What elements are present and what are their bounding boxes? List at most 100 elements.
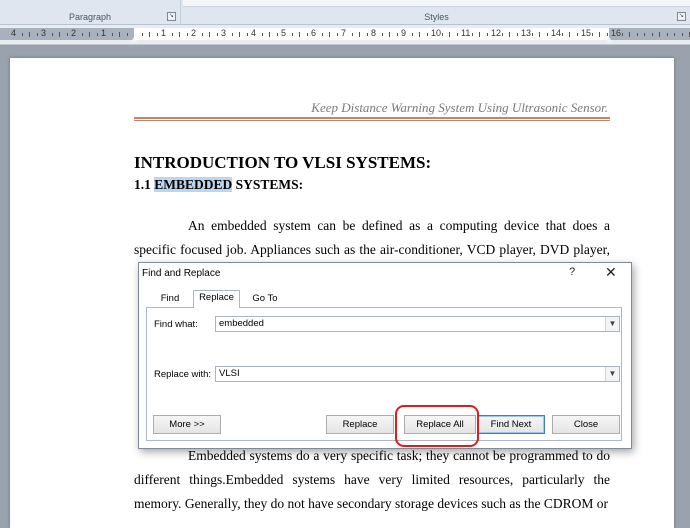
find-next-button[interactable]: Find Next (477, 415, 545, 434)
ruler-tick (149, 32, 150, 37)
ruler-label: 15 (581, 28, 592, 38)
ruler-tick (299, 32, 300, 37)
ruler-label: 11 (461, 28, 471, 38)
ruler-tick (217, 33, 218, 36)
ruler-tick (112, 33, 113, 36)
find-what-value: embedded (219, 318, 264, 329)
ruler-tick (629, 32, 630, 37)
replace-with-input[interactable]: VLSI ▼ (215, 366, 620, 382)
horizontal-ruler[interactable]: 4 3 2 1 1 2 3 4 5 6 7 8 9 10 11 12 13 14 15 16 (0, 25, 690, 45)
ruler-label: 7 (341, 28, 347, 38)
tab-replace[interactable]: Replace (193, 290, 240, 308)
ruler-tick (532, 33, 533, 36)
styles-group-label: Styles (424, 12, 449, 22)
ruler-tick (667, 33, 668, 36)
ruler-tick (592, 33, 593, 36)
ruler-tick (599, 32, 600, 37)
paragraph-dialog-launcher-icon[interactable]: ↘ (167, 12, 176, 21)
ruler-tick (262, 33, 263, 36)
page-header: Keep Distance Warning System Using Ultra… (311, 100, 608, 115)
ruler-tick (547, 33, 548, 36)
annotation-ring (395, 405, 479, 447)
ruler-label: 12 (491, 28, 502, 38)
ruler-tick (22, 33, 23, 36)
ruler-tick (269, 32, 270, 37)
chevron-down-icon[interactable]: ▼ (605, 367, 619, 381)
ruler-tick (329, 32, 330, 37)
ruler-tick (209, 32, 210, 37)
ruler-tick (119, 32, 120, 37)
ruler-tick (127, 33, 128, 36)
ruler-label: 10 (431, 28, 442, 38)
ruler-tick (449, 32, 450, 37)
ruler-tick (652, 33, 653, 36)
ruler-tick (277, 33, 278, 36)
ruler-tick (442, 33, 443, 36)
ruler-tick (479, 32, 480, 37)
header-rule-thin (134, 120, 610, 121)
ruler-tick (457, 33, 458, 36)
find-what-input[interactable]: embedded ▼ (215, 316, 620, 332)
left-indent-marker-icon[interactable] (130, 37, 138, 43)
ruler-tick (509, 32, 510, 37)
ruler-tick (172, 33, 173, 36)
styles-group: Styles ↘ (183, 0, 690, 24)
tab-go-to[interactable]: Go To (245, 292, 285, 306)
ruler-tick (307, 33, 308, 36)
ruler-tick (82, 33, 83, 36)
ruler-tick (367, 33, 368, 36)
selected-search-match: EMBEDDED (154, 177, 233, 192)
heading-2: 1.1 EMBEDDED SYSTEMS: (134, 177, 303, 193)
ruler-tick (239, 32, 240, 37)
ruler-tick (674, 33, 675, 36)
tab-find[interactable]: Find (153, 292, 187, 306)
ruler-tick (187, 33, 188, 36)
ruler-tick (427, 33, 428, 36)
ruler-tick (29, 32, 30, 37)
help-icon[interactable]: ? (569, 266, 575, 278)
heading-1: INTRODUCTION TO VLSI SYSTEMS: (134, 153, 432, 172)
ruler-label: 13 (521, 28, 532, 38)
ruler-tick (607, 33, 608, 36)
ruler-label: 2 (191, 28, 197, 38)
ruler-label: 14 (551, 28, 562, 38)
ruler-tick (562, 33, 563, 36)
paragraph-group: Paragraph ↘ (0, 0, 181, 24)
replace-button[interactable]: Replace (326, 415, 394, 434)
find-replace-dialog: Find and Replace ? ✕ Find Replace Go To … (138, 262, 632, 449)
paragraph-1-line-2: specific focused job. Appliances such as… (134, 242, 610, 257)
ruler-tick (397, 33, 398, 36)
right-indent-marker-icon[interactable] (605, 37, 613, 43)
ruler-tick (67, 33, 68, 36)
paragraph-2-line-3: memory. Generally, they do not have seco… (134, 496, 608, 511)
ruler-tick (659, 32, 660, 37)
paragraph-group-label: Paragraph (68, 12, 112, 22)
ruler-label: 6 (311, 28, 317, 38)
ruler-tick (382, 33, 383, 36)
heading-2-suffix: SYSTEMS: (232, 177, 304, 192)
ruler-tick (539, 32, 540, 37)
ruler-tick (89, 32, 90, 37)
ruler-tick (292, 33, 293, 36)
close-icon[interactable]: ✕ (605, 264, 617, 281)
more-button[interactable]: More >> (153, 415, 221, 434)
ruler-label: 2 (71, 28, 77, 38)
ruler-tick (389, 32, 390, 37)
ruler-tick (622, 33, 623, 36)
styles-dialog-launcher-icon[interactable]: ↘ (677, 12, 686, 21)
dialog-title: Find and Replace (142, 268, 221, 279)
ruler-tick (419, 32, 420, 37)
ruler-label: 5 (281, 28, 287, 38)
ruler-tick (352, 33, 353, 36)
replace-tab-panel: Find what: embedded ▼ Replace with: VLSI… (146, 307, 622, 441)
ruler-label: 3 (221, 28, 227, 38)
ruler-tick (97, 33, 98, 36)
close-button[interactable]: Close (552, 415, 620, 434)
paragraph-2-line-1: Embedded systems do a very specific task… (188, 448, 610, 463)
ruler-tick (637, 33, 638, 36)
chevron-down-icon[interactable]: ▼ (605, 317, 619, 331)
ruler-tick (157, 33, 158, 36)
ruler-tick (37, 33, 38, 36)
ruler-tick (569, 32, 570, 37)
ruler-tick (322, 33, 323, 36)
